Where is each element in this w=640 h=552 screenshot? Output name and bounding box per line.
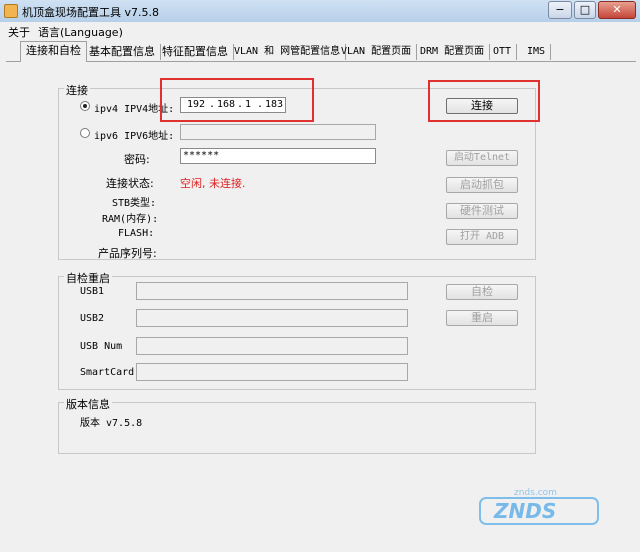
connect-group-legend: 连接 [64, 82, 90, 98]
tab-ims[interactable]: IMS [522, 44, 552, 60]
close-button[interactable]: ✕ [598, 1, 636, 19]
tab-drm-page[interactable]: DRM 配置页面 [415, 44, 491, 60]
status-label: 连接状态: [106, 177, 154, 190]
status-value: 空闲, 未连接. [180, 177, 246, 190]
menu-language[interactable]: 语言(Language) [38, 24, 123, 40]
serial-label: 产品序列号: [98, 247, 157, 260]
ip-highlight-box [160, 78, 314, 122]
ipv6-radio[interactable] [80, 128, 90, 138]
usbnum-field [136, 337, 408, 355]
ipv4-radio[interactable] [80, 101, 90, 111]
tab-feature-config[interactable]: 特征配置信息 [157, 44, 234, 60]
version-text: 版本 v7.5.8 [80, 418, 143, 429]
password-field[interactable]: ****** [180, 148, 376, 164]
stb-type-label: STB类型: [112, 198, 157, 209]
minimize-button[interactable]: − [548, 1, 572, 19]
menu-about[interactable]: 关于 [8, 24, 30, 40]
adb-button[interactable]: 打开 ADB [446, 229, 518, 245]
tab-basic-config[interactable]: 基本配置信息 [84, 44, 161, 60]
svg-text:ZNDS: ZNDS [493, 499, 556, 523]
tab-vlan-netmgmt[interactable]: VLAN 和 网管配置信息 [229, 44, 347, 60]
reboot-button[interactable]: 重启 [446, 310, 518, 326]
watermark-logo: ZNDS znds.com [478, 482, 604, 532]
hardware-test-button[interactable]: 硬件测试 [446, 203, 518, 219]
window-title: 机顶盒现场配置工具 v7.5.8 [22, 6, 159, 19]
svg-text:znds.com: znds.com [514, 488, 557, 498]
tab-ott[interactable]: OTT [488, 44, 518, 60]
app-icon [4, 4, 18, 18]
capture-button[interactable]: 启动抓包 [446, 177, 518, 193]
ipv6-label: ipv6 IPV6地址: [94, 131, 175, 142]
ram-label: RAM(内存): [102, 214, 159, 225]
usb1-label: USB1 [80, 286, 105, 297]
smartcard-label: SmartCard [80, 367, 135, 378]
usb2-field [136, 309, 408, 327]
flash-label: FLASH: [118, 228, 155, 239]
usb1-field [136, 282, 408, 300]
password-label: 密码: [124, 153, 150, 166]
selfcheck-button[interactable]: 自检 [446, 284, 518, 300]
tab-vlan-page[interactable]: VLAN 配置页面 [336, 44, 418, 60]
maximize-button[interactable]: □ [574, 1, 596, 19]
usb2-label: USB2 [80, 313, 105, 324]
version-group-legend: 版本信息 [64, 396, 112, 412]
telnet-button[interactable]: 启动Telnet [446, 150, 518, 166]
smartcard-field [136, 363, 408, 381]
connect-highlight-box [428, 80, 540, 122]
usbnum-label: USB Num [80, 341, 123, 352]
selftest-group-legend: 自检重启 [64, 270, 112, 286]
ipv6-address-field[interactable] [180, 124, 376, 140]
tab-connect-selftest[interactable]: 连接和自检 [20, 41, 87, 62]
